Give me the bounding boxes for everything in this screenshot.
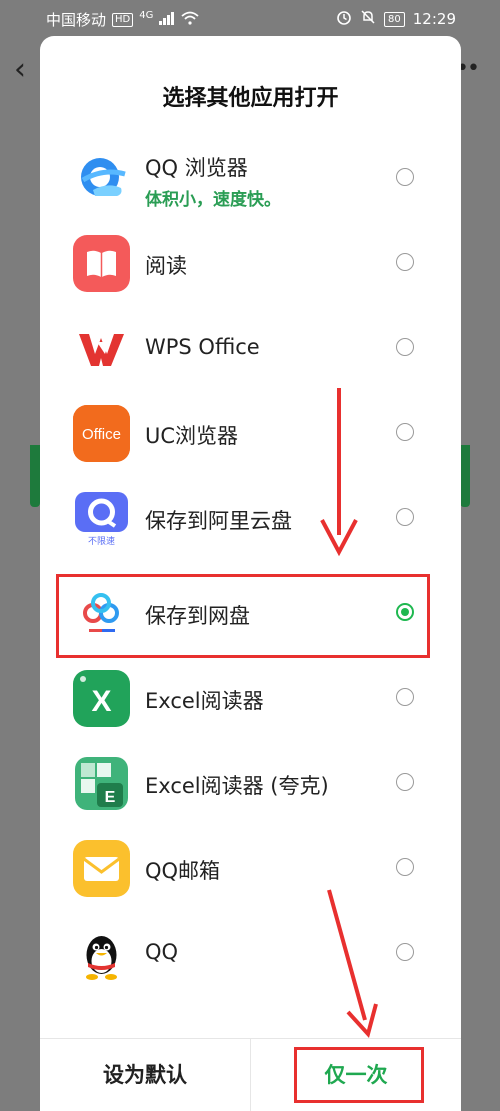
- background-green-edge: [460, 445, 470, 507]
- wps-office-icon: [73, 320, 130, 377]
- qq-mail-icon: [73, 840, 130, 897]
- aliyun-drive-icon: 不限速: [73, 490, 130, 547]
- app-name: QQ 浏览器: [145, 156, 248, 180]
- app-name: QQ: [145, 940, 179, 964]
- svg-text:Office: Office: [82, 426, 121, 443]
- radio-button[interactable]: [396, 943, 414, 961]
- radio-button[interactable]: [396, 338, 414, 356]
- app-option-qq[interactable]: QQ: [40, 911, 461, 996]
- radio-button[interactable]: [396, 508, 414, 526]
- app-option-uc-browser[interactable]: Office UC浏览器: [40, 391, 461, 476]
- carrier-label: 中国移动: [46, 11, 107, 29]
- app-name: Excel阅读器 (夸克): [145, 774, 329, 798]
- app-option-aliyun-drive[interactable]: 不限速 保存到阿里云盘: [40, 476, 461, 561]
- alarm-icon: [336, 9, 352, 29]
- wifi-icon: [181, 11, 199, 29]
- app-option-qq-browser[interactable]: QQ 浏览器 体积小，速度快。: [40, 136, 461, 221]
- svg-text:E: E: [105, 789, 116, 806]
- annotation-once-box: [294, 1047, 424, 1103]
- annotation-highlight-box: [56, 574, 430, 658]
- hd-badge: HD: [112, 12, 134, 27]
- app-option-excel-quark[interactable]: E Excel阅读器 (夸克): [40, 741, 461, 826]
- app-name: WPS Office: [145, 335, 260, 359]
- app-name: 保存到阿里云盘: [145, 509, 292, 533]
- mute-bell-icon: [360, 9, 376, 29]
- excel-quark-icon: E: [73, 755, 130, 812]
- app-option-wps-office[interactable]: WPS Office: [40, 306, 461, 391]
- signal-bars-icon: [159, 11, 175, 29]
- app-name: Excel阅读器: [145, 689, 264, 713]
- back-chevron-icon[interactable]: ‹: [14, 52, 26, 87]
- battery-icon: 80: [384, 11, 405, 27]
- app-name: 阅读: [145, 254, 187, 278]
- background-green-edge: [30, 445, 40, 507]
- svg-text:X: X: [91, 685, 111, 718]
- excel-reader-icon: X: [73, 670, 130, 727]
- radio-button[interactable]: [396, 253, 414, 271]
- app-option-qq-mail[interactable]: QQ邮箱: [40, 826, 461, 911]
- app-name: QQ邮箱: [145, 859, 221, 883]
- app-option-reader[interactable]: 阅读: [40, 221, 461, 306]
- radio-button[interactable]: [396, 858, 414, 876]
- radio-button[interactable]: [396, 168, 414, 186]
- uc-browser-office-icon: Office: [73, 405, 130, 462]
- app-option-excel-reader[interactable]: X Excel阅读器: [40, 656, 461, 741]
- app-subtitle: 体积小，速度快。: [145, 190, 281, 210]
- signal-icon: 4G: [139, 10, 154, 21]
- radio-button[interactable]: [396, 688, 414, 706]
- app-name: UC浏览器: [145, 424, 239, 448]
- qq-penguin-icon: [73, 925, 130, 982]
- sheet-title: 选择其他应用打开: [162, 86, 339, 111]
- radio-button[interactable]: [396, 773, 414, 791]
- svg-text:不限速: 不限速: [88, 536, 115, 547]
- qq-browser-icon: [73, 150, 130, 207]
- clock-time: 12:29: [412, 10, 456, 28]
- status-bar: 中国移动 HD 4G 80 12:29: [0, 0, 500, 36]
- reader-book-icon: [73, 235, 130, 292]
- set-default-button[interactable]: 设为默认: [40, 1039, 250, 1111]
- radio-button[interactable]: [396, 423, 414, 441]
